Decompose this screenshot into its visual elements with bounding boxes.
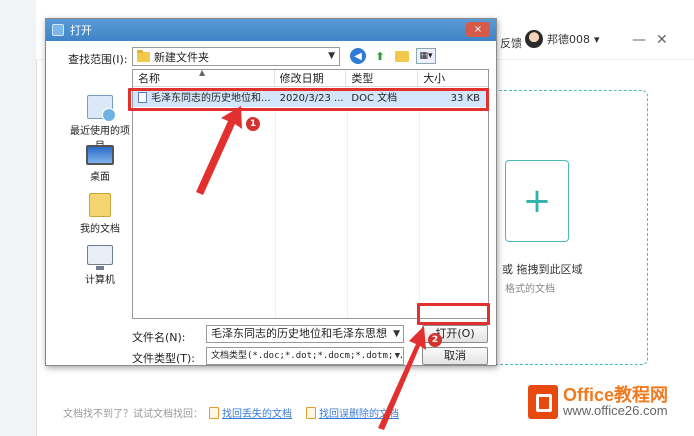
step-badge-2: 2 [428,333,442,347]
step-badge-1: 1 [246,117,260,131]
arrow-2 [378,326,426,430]
arrow-1 [196,106,242,195]
annotation-arrows [196,106,426,430]
